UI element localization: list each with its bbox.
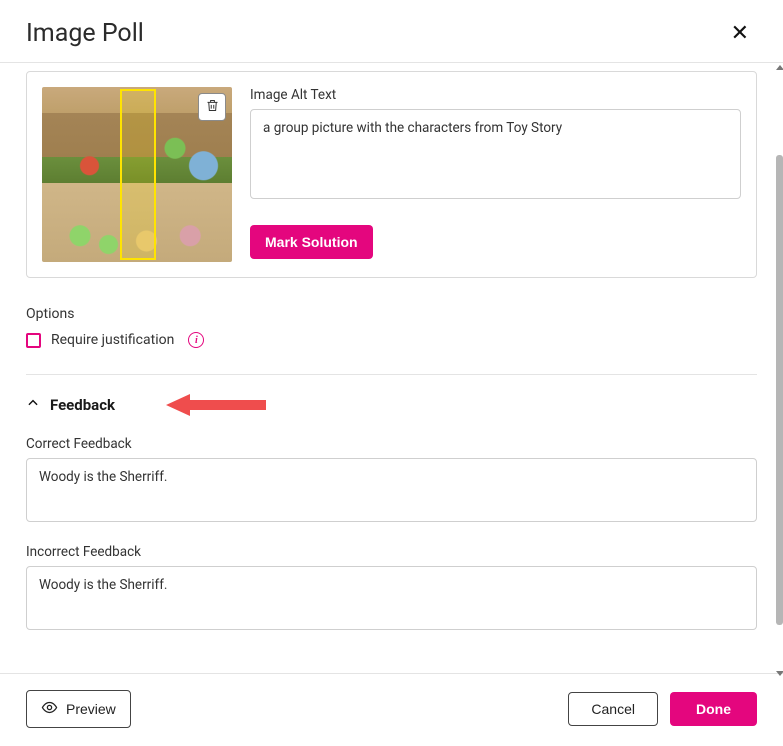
modal-footer: Preview Cancel Done (0, 673, 783, 746)
image-preview[interactable] (42, 87, 232, 262)
scrollbar[interactable] (776, 65, 782, 676)
image-meta: Image Alt Text Mark Solution (250, 87, 741, 262)
require-justification-row: Require justification i (26, 332, 757, 348)
eye-icon (41, 699, 58, 719)
cancel-button[interactable]: Cancel (568, 692, 658, 726)
footer-actions: Cancel Done (568, 692, 757, 726)
correct-feedback-label: Correct Feedback (26, 436, 757, 452)
image-card: Image Alt Text Mark Solution (26, 71, 757, 278)
mark-solution-button[interactable]: Mark Solution (250, 225, 373, 259)
scroll-thumb[interactable] (776, 155, 783, 625)
incorrect-feedback-label: Incorrect Feedback (26, 544, 757, 560)
modal-header: Image Poll ✕ (0, 0, 783, 63)
require-justification-checkbox[interactable] (26, 333, 41, 348)
scroll-up-arrow-icon (776, 65, 783, 70)
annotation-arrow-icon (166, 391, 266, 419)
close-icon: ✕ (731, 20, 749, 45)
require-justification-label: Require justification (51, 332, 174, 348)
options-heading: Options (26, 306, 757, 322)
options-section: Options Require justification i (26, 306, 757, 348)
correct-feedback-input[interactable] (26, 458, 757, 522)
alt-text-label: Image Alt Text (250, 87, 741, 103)
preview-button-label: Preview (66, 701, 116, 717)
image-poll-modal: Image Poll ✕ Image Alt Text Mark Solutio… (0, 0, 783, 746)
delete-image-button[interactable] (198, 93, 226, 121)
chevron-up-icon (26, 395, 40, 414)
section-divider (26, 374, 757, 375)
info-icon[interactable]: i (188, 332, 204, 348)
feedback-toggle[interactable]: Feedback (26, 395, 757, 414)
alt-text-input[interactable] (250, 109, 741, 199)
feedback-section: Correct Feedback Incorrect Feedback (26, 436, 757, 652)
close-button[interactable]: ✕ (723, 18, 757, 48)
done-button[interactable]: Done (670, 692, 757, 726)
incorrect-feedback-input[interactable] (26, 566, 757, 630)
modal-body: Image Alt Text Mark Solution Options Req… (0, 63, 783, 673)
preview-button[interactable]: Preview (26, 690, 131, 728)
trash-icon (205, 98, 220, 116)
modal-title: Image Poll (26, 19, 144, 48)
scroll-down-arrow-icon (776, 671, 783, 676)
feedback-heading: Feedback (50, 396, 115, 414)
